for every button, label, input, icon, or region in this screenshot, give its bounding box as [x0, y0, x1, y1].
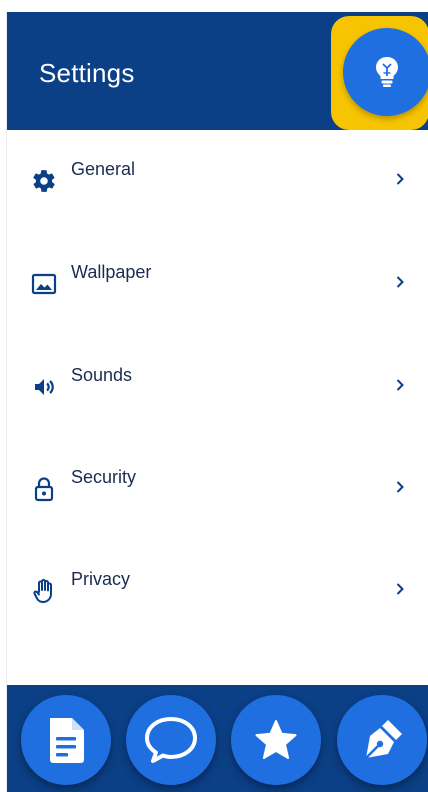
- notes-button[interactable]: [21, 695, 111, 785]
- document-icon: [50, 718, 84, 763]
- compose-button[interactable]: [337, 695, 427, 785]
- page-title: Settings: [39, 58, 135, 88]
- settings-item-label: Sounds: [71, 365, 133, 385]
- image-icon: [31, 273, 57, 295]
- chevron-right-icon: [396, 379, 404, 391]
- gear-icon: [33, 170, 55, 192]
- speaker-icon: [35, 379, 54, 395]
- settings-item-label: Privacy: [71, 569, 131, 589]
- settings-item-security[interactable]: Security: [7, 438, 428, 502]
- chat-bubble-icon: [145, 717, 197, 763]
- chat-button[interactable]: [126, 695, 216, 785]
- pen-nib-icon: [365, 720, 402, 759]
- tip-button[interactable]: [343, 28, 428, 116]
- chevron-right-icon: [396, 173, 404, 185]
- chevron-right-icon: [396, 481, 404, 493]
- settings-item-sounds[interactable]: Sounds: [7, 336, 428, 396]
- settings-item-label: Security: [71, 467, 137, 487]
- chevron-right-icon: [396, 583, 404, 595]
- hand-icon: [33, 579, 52, 603]
- bottom-nav-bar: [7, 685, 428, 792]
- settings-item-wallpaper[interactable]: Wallpaper: [7, 233, 428, 295]
- lightbulb-icon: [376, 57, 398, 87]
- app-screen: Settings General Wallpaper Sounds Securi…: [6, 12, 428, 792]
- top-app-bar: Settings: [7, 12, 428, 130]
- chevron-right-icon: [396, 276, 404, 288]
- settings-item-label: General: [71, 159, 136, 179]
- favorites-button[interactable]: [231, 695, 321, 785]
- star-icon: [255, 720, 297, 759]
- settings-item-privacy[interactable]: Privacy: [7, 540, 428, 603]
- lock-icon: [34, 477, 54, 502]
- settings-item-general[interactable]: General: [7, 130, 428, 192]
- settings-item-label: Wallpaper: [71, 262, 152, 282]
